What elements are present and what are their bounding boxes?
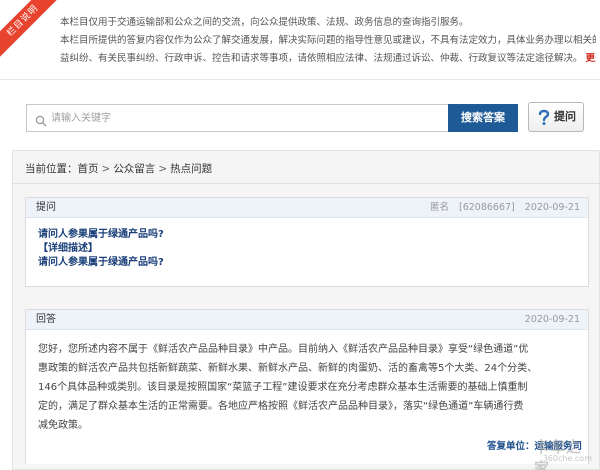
breadcrumb-prefix: 当前位置： <box>25 163 78 175</box>
answer-line: 您好，您所述内容不属于《鲜活农产品品种目录》中产品。目前纳入《鲜活农产品品种目录… <box>38 344 529 355</box>
notice-line-3: 益纠纷、有关民事纠纷、行政申诉、控告和请求等事项，请依照相应法律、法规通过诉讼、… <box>60 50 596 68</box>
breadcrumb-separator: > <box>158 163 168 175</box>
breadcrumb-divider <box>13 183 600 184</box>
watermark-logo: 卡车之家 360che.com <box>534 436 594 470</box>
question-header: 提问 匿名 [62086667] 2020-09-21 <box>26 198 588 218</box>
answer-header-title: 回答 <box>36 314 56 325</box>
answer-line: 惠政策的鲜活农产品共包括新鲜蔬菜、新鲜水果、新鲜水产品、新鲜的肉蛋奶、活的畜禽等… <box>38 363 538 374</box>
question-header-title: 提问 <box>36 202 56 213</box>
search-answer-button[interactable]: 搜索答案 <box>448 104 518 132</box>
notice-banner: 栏目说明 本栏目仅用于交通运输部和公众之间的交流，向公众提供政策、法规、政务信息… <box>0 0 600 80</box>
main-panel: 当前位置：首页 > 公众留言 > 热点问题 提问 匿名 [62086667] 2020-09… <box>12 150 600 470</box>
question-card: 提问 匿名 [62086667] 2020-09-21 请问人参果属于绿通产品吗? … <box>25 197 589 287</box>
breadcrumb-separator: > <box>101 163 111 175</box>
answer-body: 您好，您所述内容不属于《鲜活农产品品种目录》中产品。目前纳入《鲜活农产品品种目录… <box>26 330 588 435</box>
notice-line-1: 本栏目仅用于交通运输部和公众之间的交流，向公众提供政策、法规、政务信息的查询指引… <box>60 17 469 28</box>
question-title: 请问人参果属于绿通产品吗? <box>38 229 164 240</box>
notice-line-3-text: 益纠纷、有关民事纠纷、行政申诉、控告和请求等事项，请依照相应法律、法规通过诉讼、… <box>60 53 583 64</box>
watermark-sub-text: 360che.com <box>542 454 592 463</box>
answer-line: 146个具体品种或类别。该目录是按照国家“菜篮子工程”建设要求在充分考虑群众基本… <box>38 382 528 393</box>
answer-line: 定的，满足了群众基本生活的正常需要。各地应严格按照《鲜活农产品品种目录》，落实“… <box>38 401 524 412</box>
notice-text: 本栏目仅用于交通运输部和公众之间的交流，向公众提供政策、法规、政务信息的查询指引… <box>60 14 596 68</box>
breadcrumb-public-messages[interactable]: 公众留言 <box>113 163 155 175</box>
question-id: [62086667] <box>459 202 515 213</box>
question-body: 请问人参果属于绿通产品吗? 【详细描述】 请问人参果属于绿通产品吗? <box>26 218 588 270</box>
watermark-main-text: 卡车之家 <box>534 438 583 470</box>
search-row: 搜索答案 提问 <box>0 96 600 142</box>
answer-date: 2020-09-21 <box>524 314 580 325</box>
notice-ribbon: 栏目说明 <box>0 0 62 60</box>
breadcrumb-hot-questions[interactable]: 热点问题 <box>170 163 212 175</box>
ask-question-button[interactable]: 提问 <box>528 102 584 132</box>
question-author: 匿名 <box>429 202 449 213</box>
breadcrumb-home[interactable]: 首页 <box>78 163 99 175</box>
breadcrumb: 当前位置：首页 > 公众留言 > 热点问题 <box>25 161 212 176</box>
question-detail: 请问人参果属于绿通产品吗? <box>38 257 164 268</box>
search-input[interactable] <box>51 108 441 128</box>
answer-header: 回答 2020-09-21 <box>26 310 588 330</box>
answer-line: 减免政策。 <box>38 420 88 431</box>
notice-more-link[interactable]: 更多>> <box>586 53 596 64</box>
notice-line-2: 本栏目所提供的答复内容仅作为公众了解交通发展，解决实际问题的指导性意见或建议，不… <box>60 35 596 46</box>
ask-button-label: 提问 <box>554 110 576 123</box>
question-date: 2020-09-21 <box>524 202 580 213</box>
search-box <box>26 104 518 132</box>
question-detail-label: 【详细描述】 <box>38 243 98 254</box>
question-mark-icon <box>536 108 552 126</box>
search-icon <box>35 112 47 127</box>
question-meta: 匿名 [62086667] 2020-09-21 <box>430 198 580 218</box>
answer-card: 回答 2020-09-21 您好，您所述内容不属于《鲜活农产品品种目录》中产品。… <box>25 309 589 464</box>
